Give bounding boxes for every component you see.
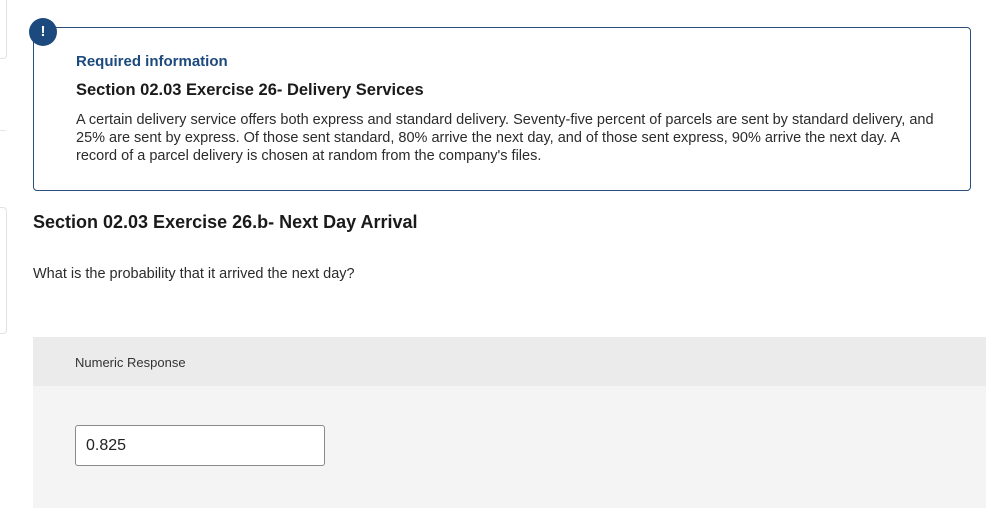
answer-input[interactable] (75, 425, 325, 466)
required-information-box (33, 27, 971, 191)
left-edge-divider (0, 130, 6, 132)
left-edge-panel (0, 0, 7, 59)
left-edge-panel-lower (0, 207, 7, 334)
exclamation-icon: ! (29, 18, 57, 46)
numeric-response-panel: Numeric Response (33, 337, 986, 508)
question-title: Section 02.03 Exercise 26.b- Next Day Ar… (33, 212, 418, 232)
problem-description: A certain delivery service offers both e… (76, 112, 934, 164)
numeric-response-label: Numeric Response (75, 355, 186, 370)
required-information-label: Required information (76, 53, 228, 70)
numeric-response-header: Numeric Response (33, 337, 986, 386)
question-prompt: What is the probability that it arrived … (33, 266, 355, 282)
section-title: Section 02.03 Exercise 26- Delivery Serv… (76, 81, 424, 99)
page: ! Required information Section 02.03 Exe… (0, 0, 986, 508)
